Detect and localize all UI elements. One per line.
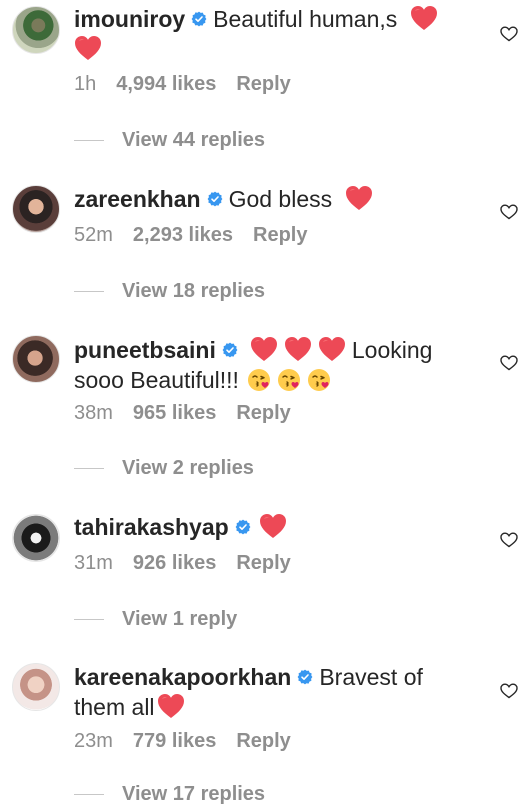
comment-likes[interactable]: 2,293 likes — [133, 224, 233, 246]
view-replies-button[interactable]: View 17 replies — [74, 783, 265, 806]
comment-username[interactable]: imouniroy — [74, 6, 185, 32]
view-replies-button[interactable]: View 2 replies — [74, 457, 254, 480]
divider — [74, 468, 104, 469]
verified-badge-icon — [191, 11, 207, 27]
comment-username[interactable]: tahirakashyap — [74, 514, 229, 540]
comment-body: imouniroy Beautiful human,s — [74, 4, 474, 64]
comment-likes[interactable]: 4,994 likes — [116, 73, 216, 95]
comment-time: 23m — [74, 730, 113, 752]
reply-button[interactable]: Reply — [236, 552, 290, 574]
view-replies-button[interactable]: View 18 replies — [74, 280, 265, 303]
divider — [74, 140, 104, 141]
comment-time: 1h — [74, 73, 97, 95]
reply-button[interactable]: Reply — [236, 402, 290, 424]
comment-meta: 52m 2,293 likes Reply — [74, 224, 327, 247]
comment-likes[interactable]: 926 likes — [133, 552, 216, 574]
divider — [74, 794, 104, 795]
face-blowing-kiss-emoji-icon — [247, 368, 271, 392]
comment-username[interactable]: zareenkhan — [74, 186, 201, 212]
red-heart-emoji-icon — [74, 35, 102, 61]
comment-text: Beautiful human,s — [213, 6, 398, 32]
comment-body: zareenkhan God bless — [74, 184, 474, 214]
like-heart-icon[interactable] — [500, 683, 518, 699]
view-replies-label: View 18 replies — [122, 280, 266, 302]
comment-likes[interactable]: 779 likes — [133, 730, 216, 752]
like-heart-icon[interactable] — [500, 26, 518, 42]
verified-badge-icon — [222, 342, 238, 358]
view-replies-button[interactable]: View 44 replies — [74, 129, 265, 152]
red-heart-emoji-icon — [318, 336, 346, 362]
like-heart-icon[interactable] — [500, 355, 518, 371]
face-blowing-kiss-emoji-icon — [277, 368, 301, 392]
avatar[interactable] — [12, 335, 60, 383]
view-replies-label: View 2 replies — [122, 457, 254, 479]
avatar[interactable] — [12, 514, 60, 562]
comment-body: tahirakashyap — [74, 512, 474, 542]
view-replies-label: View 1 reply — [122, 608, 238, 630]
like-heart-icon[interactable] — [500, 532, 518, 548]
reply-button[interactable]: Reply — [236, 73, 290, 95]
avatar[interactable] — [12, 663, 60, 711]
avatar[interactable] — [12, 185, 60, 233]
red-heart-emoji-icon — [345, 185, 373, 211]
avatar[interactable] — [12, 6, 60, 54]
comment-body: puneetbsaini Looking sooo Beautiful!!! — [74, 335, 474, 395]
comment-time: 38m — [74, 402, 113, 424]
comment-meta: 23m 779 likes Reply — [74, 730, 311, 753]
divider — [74, 291, 104, 292]
view-replies-label: View 44 replies — [122, 129, 266, 151]
comment-time: 31m — [74, 552, 113, 574]
red-heart-emoji-icon — [259, 513, 287, 539]
comment-time: 52m — [74, 224, 113, 246]
view-replies-button[interactable]: View 1 reply — [74, 608, 237, 631]
red-heart-emoji-icon — [410, 5, 438, 31]
red-heart-emoji-icon — [284, 336, 312, 362]
comment-username[interactable]: kareenakapoorkhan — [74, 664, 291, 690]
verified-badge-icon — [297, 669, 313, 685]
red-heart-emoji-icon — [157, 693, 185, 719]
reply-button[interactable]: Reply — [236, 730, 290, 752]
comment-meta: 31m 926 likes Reply — [74, 552, 311, 575]
comment-body: kareenakapoorkhan Bravest of them all — [74, 662, 474, 722]
comment-likes[interactable]: 965 likes — [133, 402, 216, 424]
view-replies-label: View 17 replies — [122, 783, 266, 805]
reply-button[interactable]: Reply — [253, 224, 307, 246]
like-heart-icon[interactable] — [500, 204, 518, 220]
comment-text: God bless — [228, 186, 333, 212]
divider — [74, 619, 104, 620]
comment-meta: 38m 965 likes Reply — [74, 402, 311, 425]
verified-badge-icon — [207, 191, 223, 207]
verified-badge-icon — [235, 519, 251, 535]
red-heart-emoji-icon — [250, 336, 278, 362]
face-blowing-kiss-emoji-icon — [307, 368, 331, 392]
comment-meta: 1h 4,994 likes Reply — [74, 73, 311, 96]
comment-username[interactable]: puneetbsaini — [74, 337, 216, 363]
